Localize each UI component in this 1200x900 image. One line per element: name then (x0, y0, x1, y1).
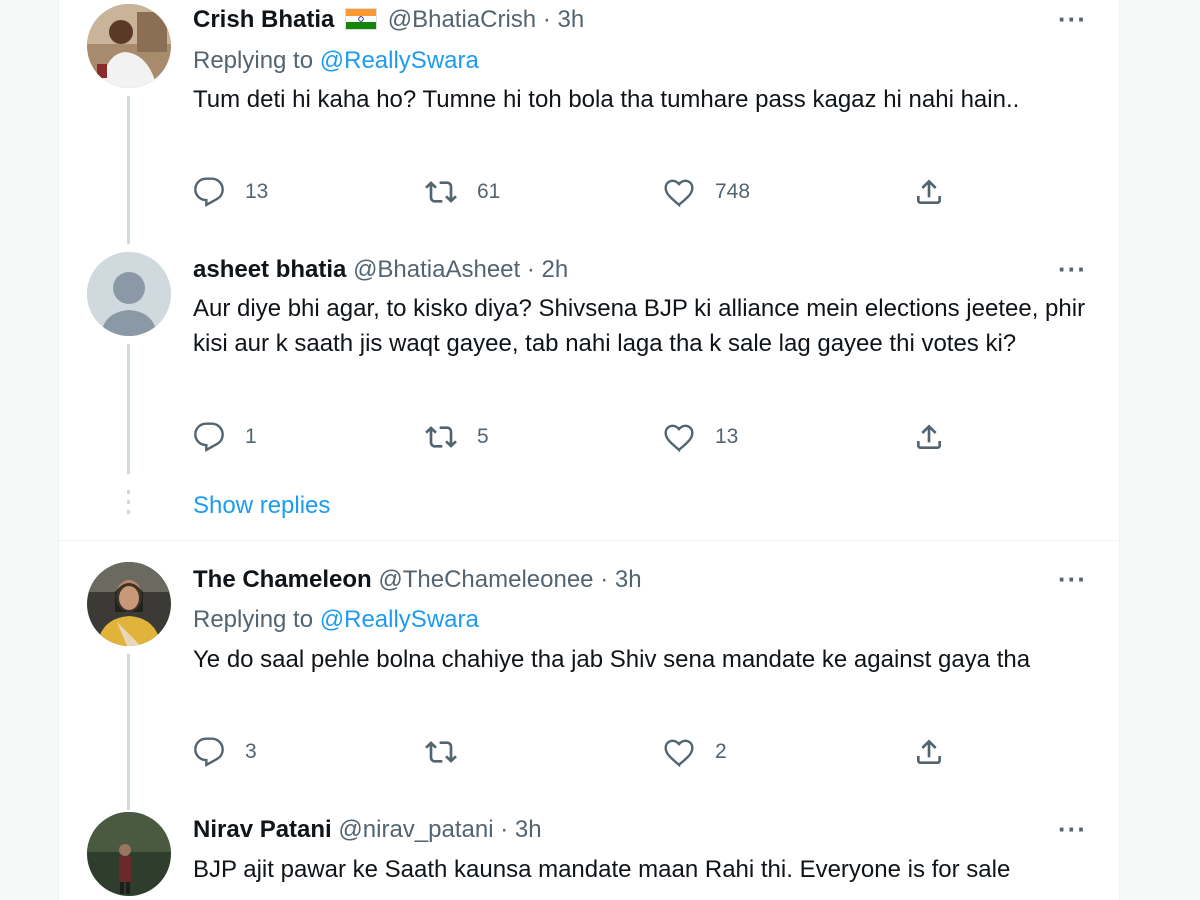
india-flag-icon (345, 8, 378, 30)
replying-to: Replying to @ReallySwara (193, 47, 479, 75)
replying-label: Replying to (193, 606, 314, 633)
more-icon[interactable]: ··· (1058, 254, 1087, 285)
avatar-nirav-patani[interactable] (87, 812, 171, 896)
retweet-count: 61 (477, 180, 501, 203)
thread-line (127, 654, 130, 810)
tweet-text: Tum deti hi kaha ho? Tumne hi toh bola t… (193, 86, 1020, 113)
separator-dot: · (600, 566, 609, 593)
like-icon (664, 739, 694, 768)
separator-dot: · (542, 6, 551, 33)
mention-link[interactable]: @ReallySwara (320, 606, 479, 633)
like-button[interactable]: 13 (663, 417, 738, 457)
author-name[interactable]: Crish Bhatia (193, 6, 334, 33)
like-icon (664, 424, 694, 453)
tweet-the-chameleon[interactable]: The Chameleon @TheChameleonee · 3h ··· R… (59, 560, 1119, 810)
tweet-asheet-bhatia[interactable]: asheet bhatia @BhatiaAsheet · 2h ··· Aur… (59, 248, 1119, 538)
like-count: 13 (715, 425, 739, 448)
show-replies-link[interactable]: Show replies (193, 492, 330, 520)
more-icon[interactable]: ··· (1058, 4, 1087, 35)
thread-line (127, 96, 130, 244)
tweet-text: BJP ajit pawar ke Saath kaunsa mandate m… (193, 856, 1011, 883)
author-name[interactable]: Nirav Patani (193, 816, 332, 843)
retweet-button[interactable]: 61 (425, 172, 500, 212)
tweet-header: asheet bhatia @BhatiaAsheet · 2h (193, 256, 568, 284)
author-name[interactable]: The Chameleon (193, 566, 372, 593)
tweet-crish-bhatia[interactable]: Crish Bhatia @BhatiaCrish · 3h ··· Reply… (59, 0, 1119, 244)
reply-icon (194, 737, 224, 767)
author-handle[interactable]: @TheChameleonee (378, 566, 593, 593)
more-icon[interactable]: ··· (1058, 814, 1087, 845)
reply-count: 1 (245, 425, 257, 448)
reply-button[interactable]: 1 (193, 417, 257, 457)
retweet-icon (425, 426, 457, 448)
tweet-time[interactable]: 3h (615, 566, 642, 593)
tweet-time[interactable]: 3h (557, 6, 584, 33)
tweet-header: The Chameleon @TheChameleonee · 3h (193, 566, 642, 594)
retweet-count: 5 (477, 425, 489, 448)
like-button[interactable]: 748 (663, 172, 750, 212)
reply-count: 13 (245, 180, 269, 203)
share-icon (917, 739, 941, 764)
like-count: 2 (715, 740, 727, 763)
thread-line (127, 344, 130, 474)
thread-continuation-dots (127, 490, 130, 520)
reply-count: 3 (245, 740, 257, 763)
separator-dot: · (526, 256, 535, 283)
author-handle[interactable]: @BhatiaAsheet (353, 256, 520, 283)
tweet-header: Crish Bhatia @BhatiaCrish · 3h (193, 6, 584, 34)
divider (59, 540, 1119, 541)
author-name[interactable]: asheet bhatia (193, 256, 346, 283)
replying-to: Replying to @ReallySwara (193, 606, 479, 634)
share-icon (917, 424, 941, 449)
tweet-nirav-patani[interactable]: Nirav Patani @nirav_patani · 3h ··· BJP … (59, 810, 1119, 900)
reply-icon (194, 177, 224, 207)
like-button[interactable]: 2 (663, 732, 727, 772)
tweet-actions: 13 61 748 (193, 172, 953, 212)
replying-label: Replying to (193, 47, 314, 74)
avatar-the-chameleon[interactable] (87, 562, 171, 646)
avatar-crish-bhatia[interactable] (87, 4, 171, 88)
retweet-icon (425, 741, 457, 763)
like-icon (664, 179, 694, 208)
separator-dot: · (500, 816, 509, 843)
like-count: 748 (715, 180, 751, 203)
share-button[interactable] (913, 732, 945, 772)
tweet-time[interactable]: 3h (515, 816, 542, 843)
tweet-text: Ye do saal pehle bolna chahiye tha jab S… (193, 646, 1031, 673)
share-button[interactable] (913, 172, 945, 212)
tweet-actions: 1 5 13 (193, 417, 953, 457)
share-icon (917, 179, 941, 204)
mention-link[interactable]: @ReallySwara (320, 47, 479, 74)
avatar-asheet-bhatia[interactable] (87, 252, 171, 336)
reply-icon (194, 422, 224, 452)
retweet-icon (425, 181, 457, 203)
more-icon[interactable]: ··· (1058, 564, 1087, 595)
share-button[interactable] (913, 417, 945, 457)
retweet-button[interactable] (425, 732, 477, 772)
tweet-actions: 3 2 (193, 732, 953, 772)
reply-button[interactable]: 3 (193, 732, 257, 772)
retweet-button[interactable]: 5 (425, 417, 489, 457)
author-handle[interactable]: @nirav_patani (338, 816, 493, 843)
tweet-header: Nirav Patani @nirav_patani · 3h (193, 816, 542, 844)
tweet-text: Aur diye bhi agar, to kisko diya? Shivse… (193, 295, 1086, 357)
tweet-time[interactable]: 2h (542, 256, 569, 283)
author-handle[interactable]: @BhatiaCrish (388, 6, 536, 33)
reply-button[interactable]: 13 (193, 172, 268, 212)
timeline-column: Crish Bhatia @BhatiaCrish · 3h ··· Reply… (58, 0, 1120, 900)
